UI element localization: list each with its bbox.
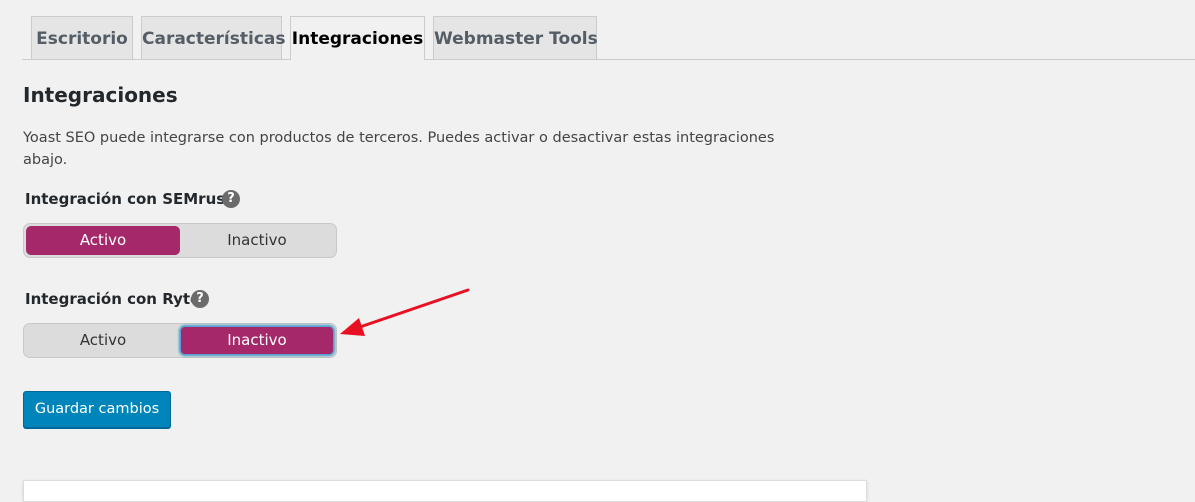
tab-integraciones[interactable]: Integraciones [290,16,425,60]
ryte-activo-option[interactable]: Activo [26,326,180,355]
semrush-help-icon[interactable]: ? [222,190,240,208]
tab-webmaster-tools[interactable]: Webmaster Tools [433,16,598,59]
ryte-integration-label: Integración con Ryte [25,290,201,308]
ryte-inactivo-option[interactable]: Inactivo [180,326,334,355]
semrush-toggle: Activo Inactivo [23,223,337,258]
page-title: Integraciones [23,83,178,107]
tab-caracteristicas[interactable]: Características [141,16,286,59]
page-description: Yoast SEO puede integrarse con productos… [23,130,775,168]
semrush-integration-label: Integración con SEMrush [25,190,236,208]
annotation-arrow-icon [340,288,470,336]
save-changes-button[interactable]: Guardar cambios [23,391,171,428]
ryte-help-icon[interactable]: ? [191,290,209,308]
bottom-panel [23,480,867,502]
ryte-toggle: Activo Inactivo [23,323,337,358]
settings-tabs: Escritorio Características Integraciones… [0,0,1195,60]
semrush-activo-option[interactable]: Activo [26,226,180,255]
tab-escritorio[interactable]: Escritorio [31,16,133,59]
semrush-inactivo-option[interactable]: Inactivo [180,226,334,255]
